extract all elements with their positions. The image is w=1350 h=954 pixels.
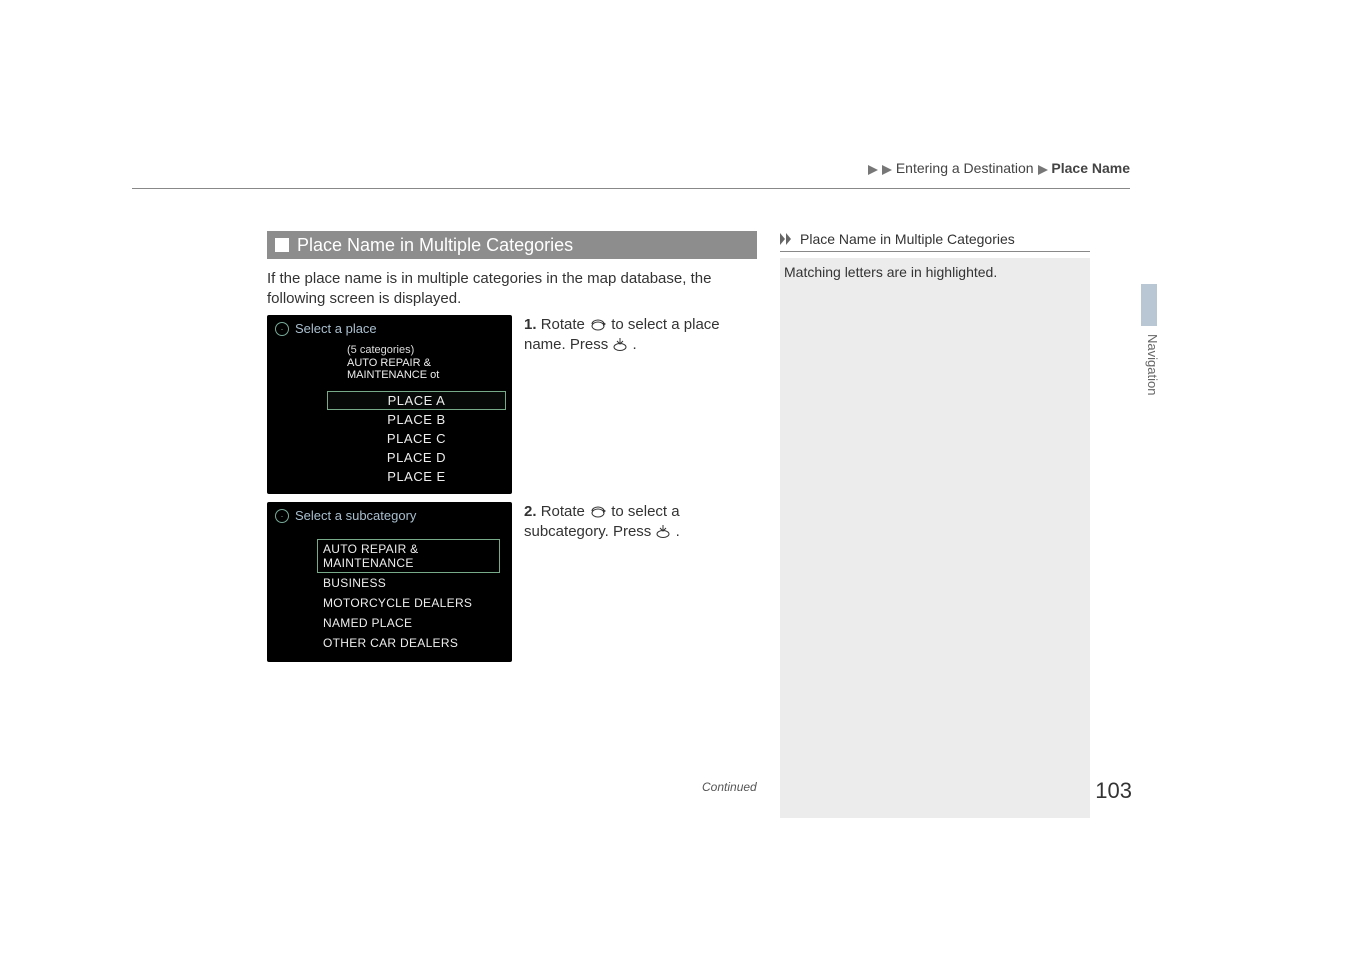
page-number: 103 [1095,778,1132,804]
list-item: PLACE A [327,391,506,410]
sidenote-rule [780,251,1090,252]
section-heading: Place Name in Multiple Categories [267,231,757,259]
list-item: BUSINESS [317,573,500,593]
intro-paragraph: If the place name is in multiple categor… [267,269,762,310]
rotate-dial-icon [589,503,607,519]
screenshot1-title-text: Select a place [295,321,377,336]
triangle-right-icon [882,165,892,175]
dial-icon: · [275,322,289,336]
sidenote-body: Matching letters are in highlighted. [780,258,1090,818]
step-number: 1. [524,316,537,333]
sidenote-text: Matching letters are in highlighted. [784,258,1086,280]
step-text: Rotate [541,503,589,520]
double-chevron-right-icon [780,233,794,245]
sidenote-heading: Place Name in Multiple Categories [780,231,1090,251]
heading-text: Place Name in Multiple Categories [297,235,573,256]
list-item: OTHER CAR DEALERS [317,633,500,653]
list-item: PLACE B [327,410,506,429]
step-text: Rotate [541,316,589,333]
rotate-dial-icon [589,316,607,332]
triangle-right-icon [868,165,878,175]
step-2: 2. Rotate to select a subcategory. Press… [524,502,760,543]
screenshot-select-subcategory: · Select a subcategory AUTO REPAIR & MAI… [267,502,512,662]
breadcrumb: Entering a Destination Place Name [868,160,1130,176]
list-item: MOTORCYCLE DEALERS [317,593,500,613]
list-item: AUTO REPAIR & MAINTENANCE [317,539,500,573]
list-item: PLACE D [327,448,506,467]
triangle-right-icon [1038,165,1048,175]
screenshot2-title-text: Select a subcategory [295,508,416,523]
continued-label: Continued [702,780,757,794]
sidenote-box: Place Name in Multiple Categories Matchi… [780,231,1090,818]
step-text: . [676,523,680,540]
dial-icon: · [275,509,289,523]
dial-arc-icon [273,538,311,662]
step-text: . [633,336,637,353]
step-1: 1. Rotate to select a place name. Press … [524,315,760,356]
list-item: NAMED PLACE [317,613,500,633]
breadcrumb-section: Entering a Destination [896,160,1034,176]
step-number: 2. [524,503,537,520]
list-item: PLACE E [327,467,506,486]
screenshot-title: · Select a place [267,315,512,342]
screenshot-title: · Select a subcategory [267,502,512,529]
list-item: PLACE C [327,429,506,448]
screenshot-select-place: · Select a place (5 categories) AUTO REP… [267,315,512,494]
press-dial-icon [655,523,671,539]
sidenote-title: Place Name in Multiple Categories [800,231,1015,247]
breadcrumb-page: Place Name [1051,160,1130,176]
vertical-section-label: Navigation [1145,334,1160,395]
thumb-tab [1141,284,1157,326]
header-rule [132,188,1130,189]
heading-square-icon [275,238,289,252]
press-dial-icon [612,336,628,352]
